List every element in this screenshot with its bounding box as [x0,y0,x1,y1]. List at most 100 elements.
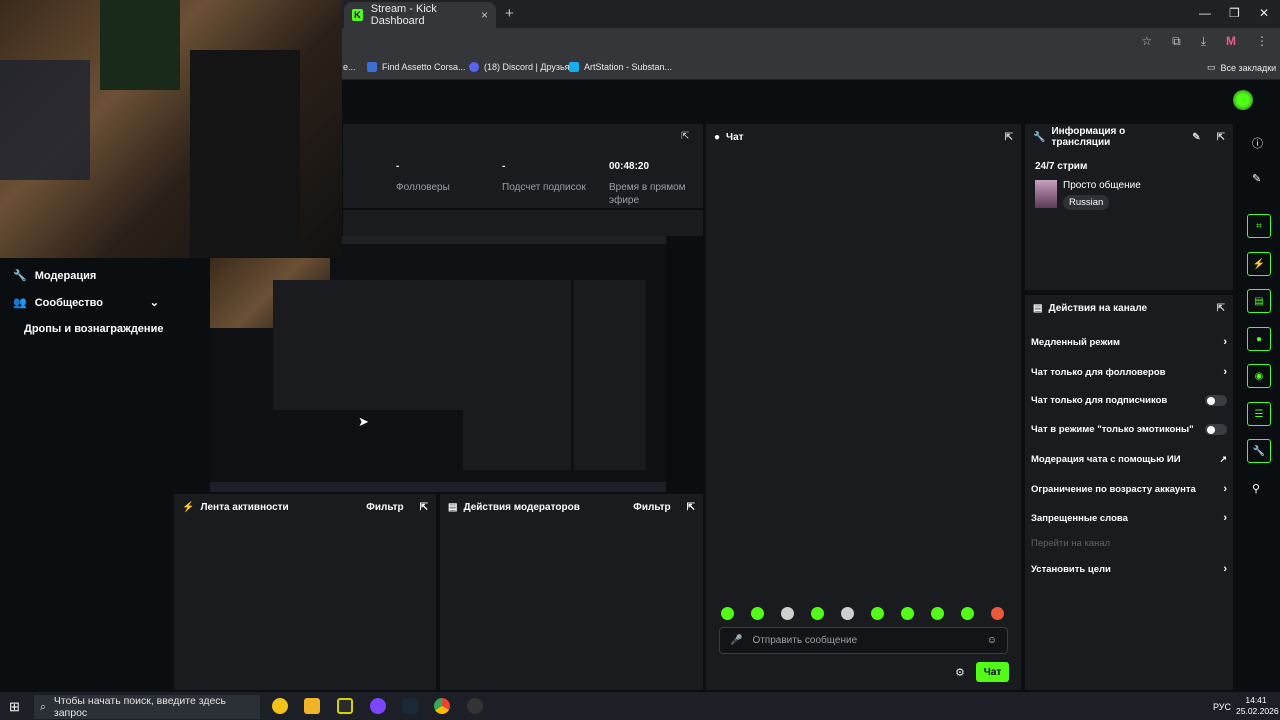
preview-actions [574,280,646,470]
expand-icon[interactable]: ⇱ [687,502,695,513]
chevron-down-icon: ⌄ [149,297,159,309]
steam-icon[interactable] [402,698,418,714]
emoji-app-icon[interactable] [272,698,288,714]
emote-icon[interactable] [961,607,974,620]
wrench-icon[interactable]: 🔧 [1247,439,1271,463]
expand-icon[interactable]: ⇱ [1217,132,1225,143]
broadcast-icon[interactable]: ◉ [1247,364,1271,388]
stats-subbar [343,210,703,236]
chat-settings-icon[interactable]: ⚙ [955,666,965,679]
mod-actions-header: ▤ Действия модераторов Фильтр ⇱ [448,501,695,513]
tab-close-icon[interactable]: × [481,8,488,22]
headphones-app-icon[interactable] [337,698,353,714]
action-ai-moderation[interactable]: Модерация чата с помощью ИИ ↗ [1031,454,1227,465]
layout-icon[interactable]: ☰ [1247,402,1271,426]
emote-icon[interactable] [751,607,764,620]
cursor-icon: ➤ [358,414,369,429]
followers-label: Фолловеры [396,182,450,193]
activity-filter-button[interactable]: Фильтр [366,502,403,513]
microphone-icon[interactable]: 🎤 [730,635,742,646]
edit-icon[interactable]: ✎ [1192,132,1200,143]
emote-icon[interactable] [991,607,1004,620]
expand-icon[interactable]: ⇱ [420,502,428,513]
chat-icon[interactable]: ● [1247,327,1271,351]
windows-start-icon[interactable]: ⊞ [9,699,20,715]
emoji-icon[interactable]: ☺ [987,635,997,646]
chat-header: ● Чат ⇱ [714,131,1013,143]
menu-icon[interactable]: ⋮ [1256,34,1268,49]
action-slow-mode[interactable]: Медленный режим › [1031,336,1227,348]
action-followers-only[interactable]: Чат только для фолловеров › [1031,366,1227,378]
user-avatar[interactable] [1233,90,1253,110]
obs-icon[interactable] [467,698,483,714]
taskbar-search[interactable]: ⌕ Чтобы начать поиск, введите здесь запр… [34,695,260,719]
chat-send-button[interactable]: Чат [976,662,1009,682]
airtime-stat: 00:48:20 Время в прямом эфире [609,161,699,207]
minimize-button[interactable]: — [1199,6,1211,20]
channel-actions-header: ▤ Действия на канале ⇱ [1033,302,1225,314]
bookmark-artstation[interactable]: ArtStation - Substan... [569,62,672,72]
close-window-button[interactable]: ✕ [1259,6,1269,20]
action-go-to-channel: Перейти на канал [1031,538,1111,549]
emote-only-toggle[interactable] [1205,424,1227,435]
clip-icon[interactable]: ⌗ [1247,214,1271,238]
browser-tab[interactable]: K Stream - Kick Dashboard × [344,2,496,28]
preview-panel [273,280,465,410]
download-icon[interactable]: ⤓ [1201,34,1206,49]
tab-title: Stream - Kick Dashboard [370,3,437,27]
sidebar-item-moderation[interactable]: 🔧 Модерация [13,269,96,283]
stream-preview: ➤ [210,236,666,492]
info-icon[interactable]: ⓘ [1252,135,1263,151]
discord-taskbar-icon[interactable] [370,698,386,714]
folder-icon: ▭ [1207,62,1216,72]
action-subscribers-only[interactable]: Чат только для подписчиков [1031,395,1227,406]
kick-logo-icon: K [352,9,363,21]
followers-stat: - Фолловеры [396,161,486,194]
expand-icon[interactable]: ⇱ [681,131,689,142]
emote-icon[interactable] [781,607,794,620]
emote-icon[interactable] [841,607,854,620]
document-icon[interactable]: ▤ [1247,289,1271,313]
new-tab-button[interactable]: + [505,5,514,22]
chat-panel: ● Чат ⇱ [706,124,1021,690]
pencil-icon[interactable]: ✎ [1252,172,1261,185]
star-icon[interactable]: ☆ [1141,34,1152,49]
emote-icon[interactable] [871,607,884,620]
share-icon[interactable]: ⚲ [1252,482,1260,495]
action-account-age[interactable]: Ограничение по возрасту аккаунта › [1031,483,1227,495]
bookmark-assetto[interactable]: Find Assetto Corsa... [367,62,466,72]
mod-filter-button[interactable]: Фильтр [633,502,670,513]
all-bookmarks[interactable]: ▭ Все закладки [1207,62,1276,73]
language-indicator[interactable]: РУС [1213,702,1231,712]
clock[interactable]: 14:41 25.02.2026 [1236,695,1279,717]
expand-icon[interactable]: ⇱ [1005,132,1013,143]
maximize-button[interactable]: ❐ [1229,6,1240,20]
file-explorer-icon[interactable] [304,698,320,714]
sidebar-item-community[interactable]: 👥 Сообщество ⌄ [13,296,159,310]
extensions-icon[interactable]: ⧉ [1172,34,1181,49]
action-set-goals[interactable]: Установить цели › [1031,563,1227,575]
chevron-right-icon: › [1223,336,1227,348]
followers-value: - [396,161,400,172]
emote-icon[interactable] [811,607,824,620]
chrome-icon[interactable] [434,698,450,714]
bookmark-discord[interactable]: (18) Discord | Друзья [469,62,570,72]
profile-icon[interactable]: M [1226,34,1236,49]
emote-icon[interactable] [931,607,944,620]
subs-value: - [502,161,506,172]
subscribers-only-toggle[interactable] [1205,395,1227,406]
emote-icon[interactable] [721,607,734,620]
fridge-shape [100,0,180,90]
chat-input[interactable]: 🎤 Отправить сообщение ☺ [719,627,1008,654]
sidebar-item-drops[interactable]: Дропы и вознаграждение [24,323,163,335]
clipboard-icon: ▤ [1033,302,1043,314]
lightning-icon[interactable]: ⚡ [1247,252,1271,276]
action-emote-only[interactable]: Чат в режиме "только эмотиконы" [1031,424,1227,435]
activity-feed-panel: ⚡ Лента активности Фильтр ⇱ [174,494,436,690]
preview-chat [463,280,571,470]
action-banned-words[interactable]: Запрещенные слова › [1031,512,1227,524]
stream-title: 24/7 стрим [1035,161,1088,172]
emote-icon[interactable] [901,607,914,620]
bookmark-prefix[interactable]: e... [343,62,356,72]
expand-icon[interactable]: ⇱ [1217,303,1225,314]
